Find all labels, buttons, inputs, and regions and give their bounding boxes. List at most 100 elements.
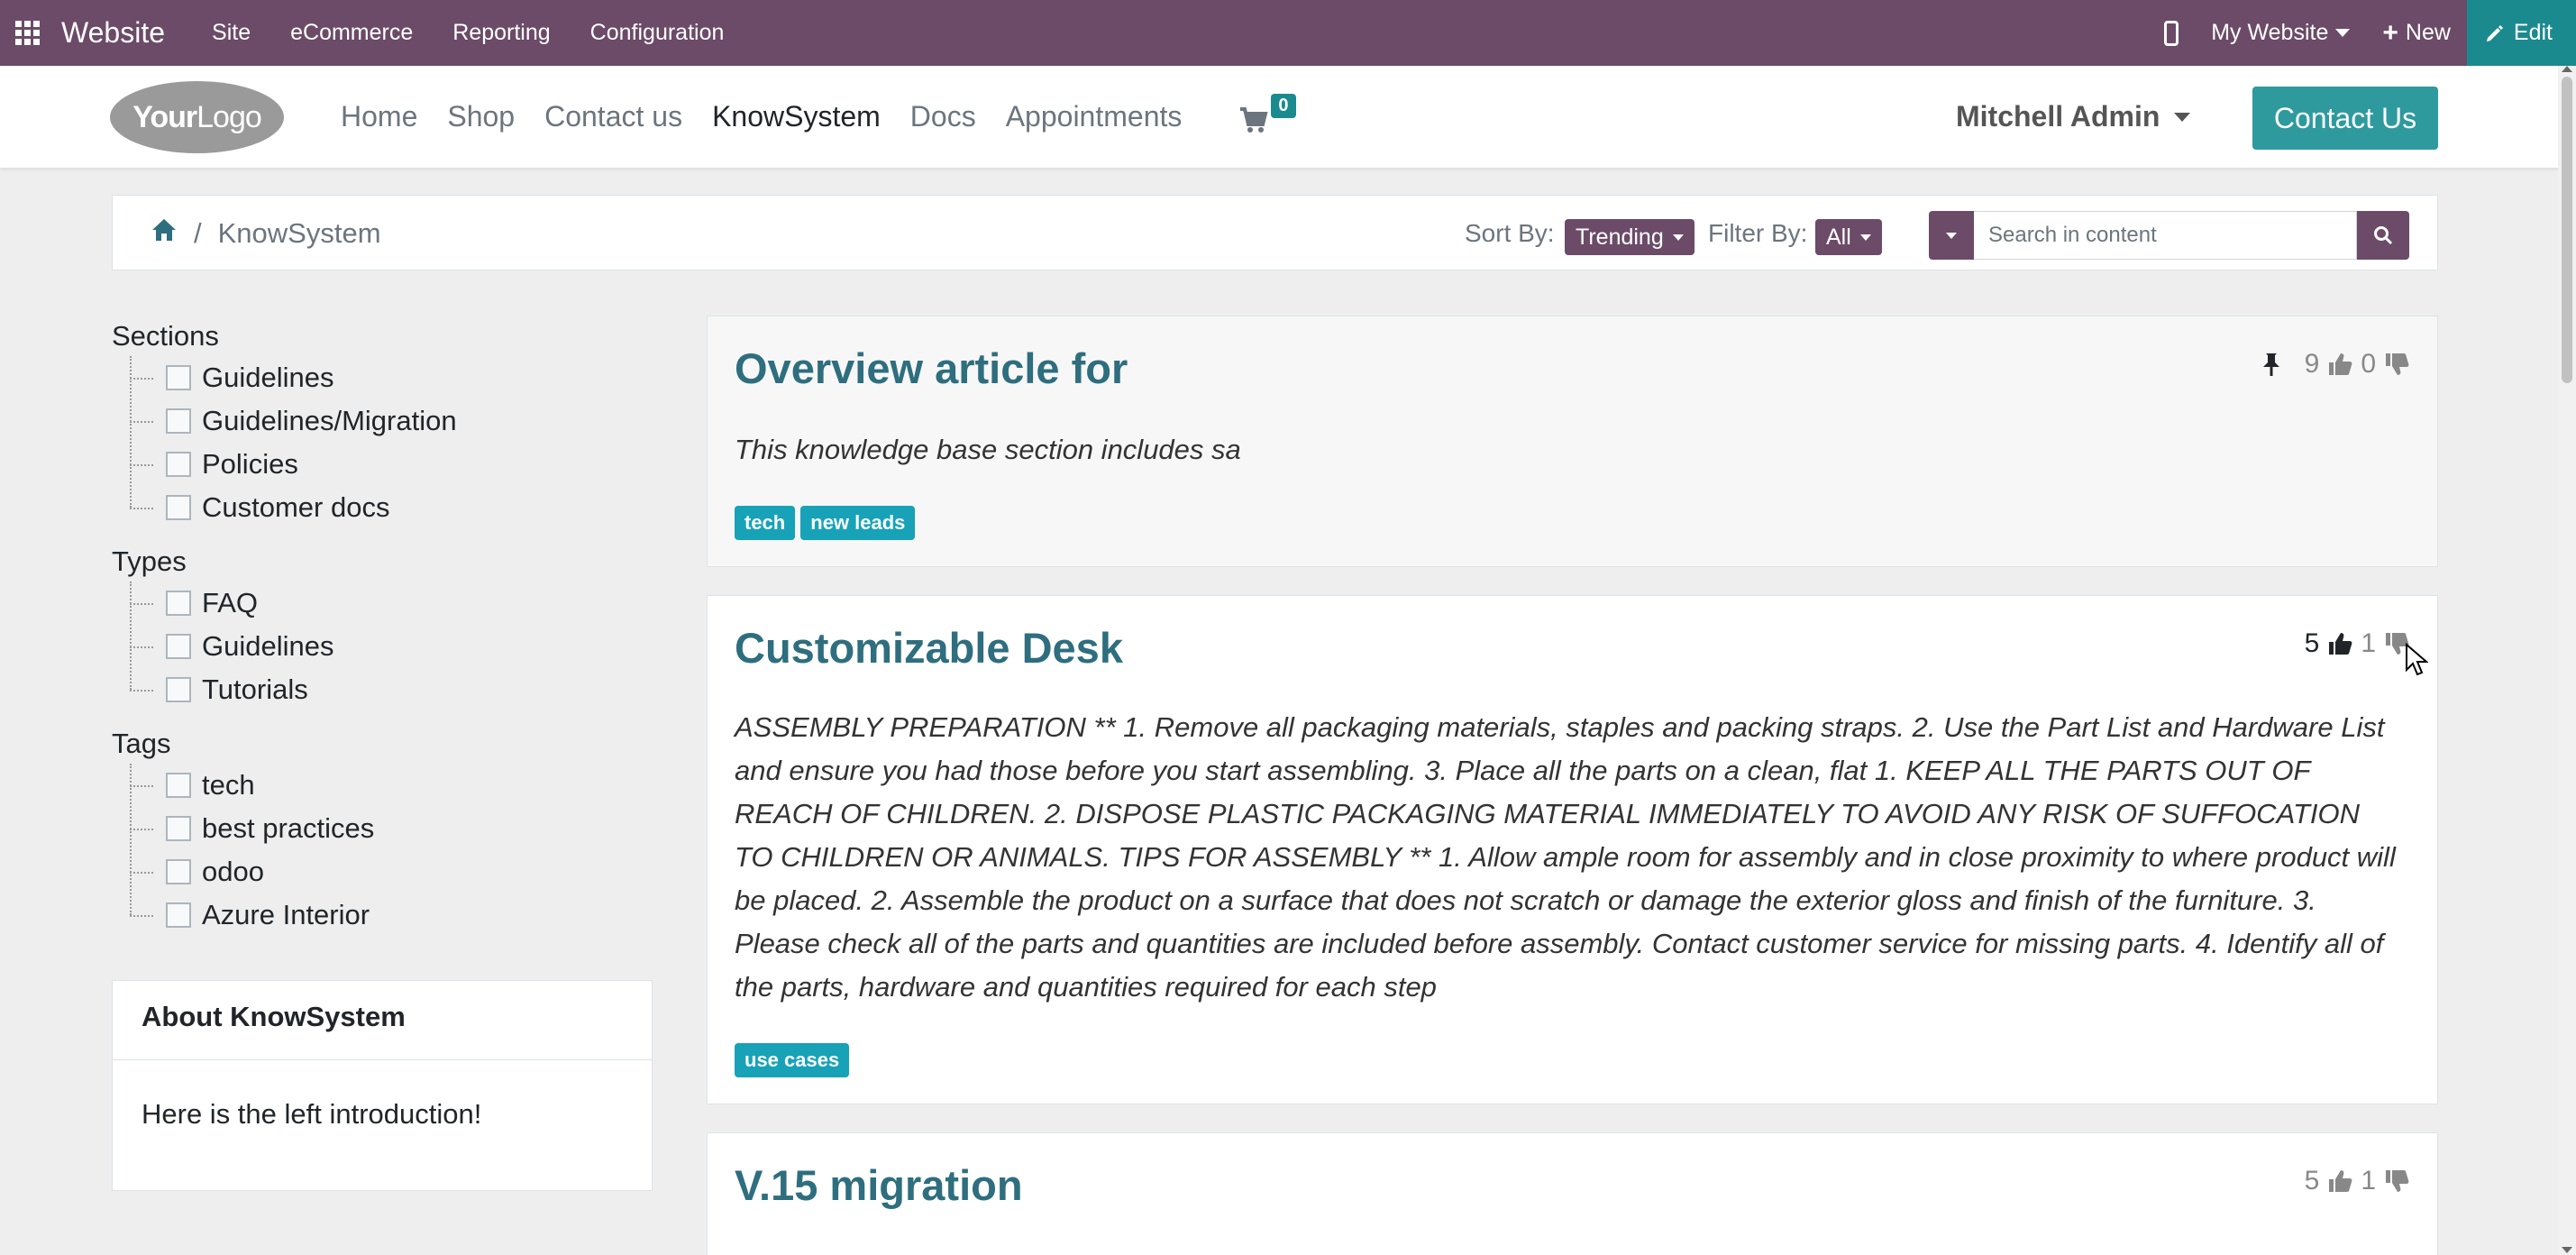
new-label: New <box>2405 20 2451 45</box>
cart-button[interactable]: 0 <box>1238 93 1296 135</box>
tag-item[interactable]: Azure Interior <box>130 893 653 937</box>
checkbox[interactable] <box>166 773 191 798</box>
search-group <box>1929 211 2409 260</box>
thumbs-up-icon[interactable] <box>2326 1168 2353 1195</box>
type-item[interactable]: Guidelines <box>130 625 653 668</box>
article-card[interactable]: Overview article for 9 0 This knowledge … <box>707 316 2438 567</box>
menu-configuration[interactable]: Configuration <box>590 20 725 46</box>
scroll-up-arrow-icon[interactable] <box>2562 66 2572 72</box>
sort-dropdown[interactable]: Trending <box>1565 219 1694 255</box>
chevron-down-icon <box>1672 234 1684 241</box>
search-button[interactable] <box>2357 211 2409 260</box>
search-options-button[interactable] <box>1929 211 1974 260</box>
page-scrollbar[interactable] <box>2558 66 2576 1255</box>
new-button[interactable]: + New <box>2382 18 2451 49</box>
types-tree: FAQ Guidelines Tutorials <box>130 582 653 711</box>
chevron-down-icon <box>1859 234 1871 241</box>
breadcrumb-current: KnowSystem <box>217 217 381 249</box>
chevron-down-icon <box>2335 29 2351 37</box>
article-card[interactable]: V.15 migration 5 1 <box>707 1132 2438 1255</box>
apps-menu-icon[interactable] <box>0 0 54 66</box>
tag-item[interactable]: odoo <box>130 850 653 893</box>
tag-label: tech <box>202 769 255 801</box>
type-item[interactable]: FAQ <box>130 582 653 625</box>
nav-docs[interactable]: Docs <box>910 100 976 133</box>
checkbox[interactable] <box>166 591 191 616</box>
home-icon[interactable] <box>151 217 178 250</box>
checkbox[interactable] <box>166 816 191 841</box>
article-title[interactable]: Customizable Desk <box>735 623 1123 673</box>
sections-title: Sections <box>112 320 219 352</box>
menu-ecommerce[interactable]: eCommerce <box>290 20 413 46</box>
scroll-down-arrow-icon[interactable] <box>2562 1247 2572 1253</box>
type-item[interactable]: Tutorials <box>130 668 653 711</box>
tag-badge[interactable]: use cases <box>735 1043 850 1077</box>
edit-button[interactable]: Edit <box>2466 0 2576 66</box>
scrollbar-thumb[interactable] <box>2562 77 2572 383</box>
contact-us-button[interactable]: Contact Us <box>2252 87 2438 150</box>
breadcrumb-separator: / <box>194 217 202 249</box>
nav-contact-us[interactable]: Contact us <box>544 100 682 133</box>
mobile-phone-icon <box>2164 20 2179 46</box>
thumbs-up-icon[interactable] <box>2326 630 2353 657</box>
tag-badge[interactable]: new leads <box>800 506 916 540</box>
checkbox[interactable] <box>166 408 191 434</box>
website-selector[interactable]: My Website <box>2211 20 2351 46</box>
tag-label: best practices <box>202 812 375 844</box>
type-label: FAQ <box>202 587 259 618</box>
breadcrumb: / KnowSystem <box>151 217 381 250</box>
section-item[interactable]: Customer docs <box>130 486 653 529</box>
types-title: Types <box>112 545 187 577</box>
tag-badge[interactable]: tech <box>735 506 796 540</box>
article-title[interactable]: V.15 migration <box>735 1160 1023 1210</box>
article-excerpt: This knowledge base section includes sa <box>735 434 1241 465</box>
thumbs-up-icon[interactable] <box>2326 351 2353 378</box>
article-card[interactable]: Customizable Desk 5 1 ASSEMBLY PREPARATI… <box>707 595 2438 1104</box>
pin-icon[interactable] <box>2258 351 2285 378</box>
nav-knowsystem[interactable]: KnowSystem <box>712 100 881 133</box>
filter-label: Filter By: <box>1708 219 1808 247</box>
menu-reporting[interactable]: Reporting <box>452 20 550 46</box>
checkbox[interactable] <box>166 902 191 928</box>
nav-appointments[interactable]: Appointments <box>1006 100 1183 133</box>
checkbox[interactable] <box>166 859 191 884</box>
filter-dropdown[interactable]: All <box>1815 219 1882 255</box>
website-selector-label: My Website <box>2211 20 2329 45</box>
section-label: Guidelines/Migration <box>202 405 457 436</box>
user-menu[interactable]: Mitchell Admin <box>1956 100 2191 133</box>
filter-value: All <box>1826 224 1851 250</box>
checkbox[interactable] <box>166 495 191 520</box>
company-logo[interactable]: Your Logo <box>110 81 284 153</box>
chevron-down-icon <box>1946 232 1957 239</box>
checkbox[interactable] <box>166 365 191 390</box>
checkbox[interactable] <box>166 452 191 477</box>
logo-text-bold: Your <box>132 99 197 134</box>
nav-shop[interactable]: Shop <box>447 100 515 133</box>
article-title[interactable]: Overview article for <box>735 344 1128 393</box>
section-item[interactable]: Guidelines <box>130 356 653 399</box>
nav-home[interactable]: Home <box>341 100 417 133</box>
checkbox[interactable] <box>166 677 191 702</box>
section-item[interactable]: Guidelines/Migration <box>130 399 653 443</box>
checkbox[interactable] <box>166 634 191 659</box>
search-icon <box>2374 226 2393 245</box>
search-input[interactable] <box>1974 211 2357 260</box>
type-label: Tutorials <box>202 673 308 705</box>
sidebar-filters: Sections Guidelines Guidelines/Migration… <box>112 320 653 937</box>
app-title[interactable]: Website <box>61 16 165 50</box>
thumbs-down-icon[interactable] <box>2383 1168 2410 1195</box>
thumbs-down-icon[interactable] <box>2383 351 2410 378</box>
dislikes-count: 1 <box>2361 628 2376 658</box>
mobile-preview-button[interactable] <box>2164 20 2179 46</box>
type-label: Guidelines <box>202 630 334 662</box>
tag-item[interactable]: best practices <box>130 807 653 850</box>
tag-item[interactable]: tech <box>130 764 653 807</box>
sort-value: Trending <box>1576 224 1664 250</box>
sections-tree: Guidelines Guidelines/Migration Policies… <box>130 356 653 529</box>
section-item[interactable]: Policies <box>130 443 653 486</box>
mouse-cursor-icon <box>2406 643 2428 676</box>
menu-site[interactable]: Site <box>212 20 251 46</box>
section-label: Customer docs <box>202 491 390 523</box>
likes-count: 5 <box>2304 1166 2320 1195</box>
sort-label: Sort By: <box>1465 219 1555 247</box>
